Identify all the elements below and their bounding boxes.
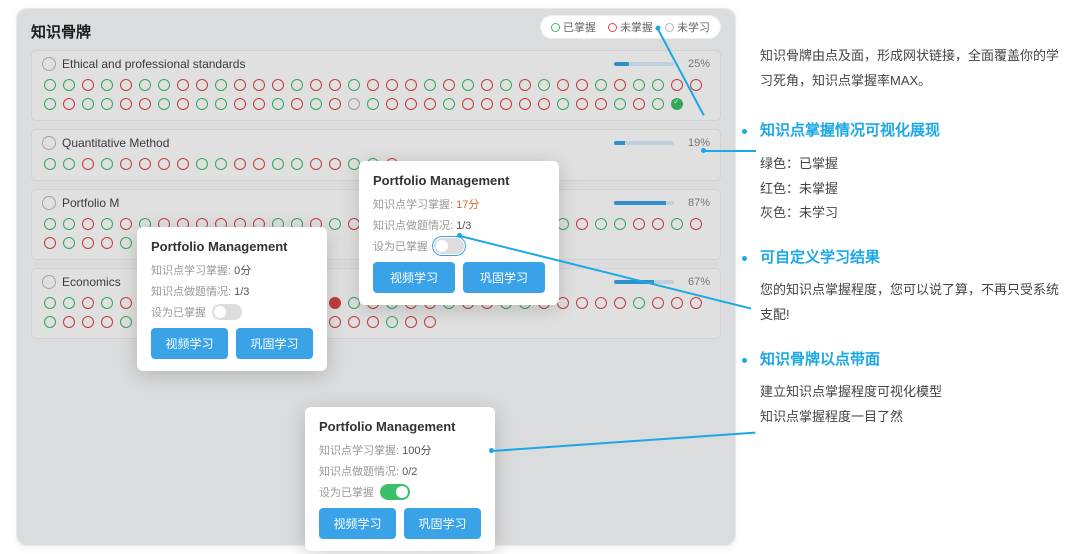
annotation-point-to-face: 知识骨牌以点带面 建立知识点掌握程度可视化模型 知识点掌握程度一目了然 xyxy=(760,346,1064,430)
popup-left: Portfolio Management 知识点学习掌握: 0分 知识点做题情况… xyxy=(137,227,327,371)
side-annotations: 知识骨牌由点及面，形成网状链接，全面覆盖你的学习死角，知识点掌握率MAX。 知识… xyxy=(760,8,1064,546)
practice-study-button[interactable]: 巩固学习 xyxy=(236,328,313,359)
mastered-toggle[interactable] xyxy=(380,484,410,500)
practice-study-button[interactable]: 巩固学习 xyxy=(463,262,545,293)
annotation-line: 绿色：已掌握 xyxy=(760,152,1064,177)
legend-pill: 已掌握 未掌握 未学习 xyxy=(540,15,721,39)
popup-score-row: 知识点学习掌握: 0分 xyxy=(151,262,313,278)
annotation-line: 灰色：未学习 xyxy=(760,201,1064,226)
annotation-line: 知识点掌握程度一目了然 xyxy=(760,405,1064,430)
legend-not-studied: 未学习 xyxy=(665,19,710,35)
video-study-button[interactable]: 视频学习 xyxy=(373,262,455,293)
video-study-button[interactable]: 视频学习 xyxy=(151,328,228,359)
popup-title: Portfolio Management xyxy=(373,173,545,188)
popup-title: Portfolio Management xyxy=(319,419,481,434)
video-study-button[interactable]: 视频学习 xyxy=(319,508,396,539)
practice-study-button[interactable]: 巩固学习 xyxy=(404,508,481,539)
legend-not-mastered: 未掌握 xyxy=(608,19,653,35)
annotation-title: 知识点掌握情况可视化展现 xyxy=(760,117,1064,146)
legend-mastered: 已掌握 xyxy=(551,19,596,35)
annotation-visualization: 知识点掌握情况可视化展现 绿色：已掌握 红色：未掌握 灰色：未学习 xyxy=(760,117,1064,226)
popup-exercise-row: 知识点做题情况: 1/3 xyxy=(151,283,313,299)
annotation-line: 建立知识点掌握程度可视化模型 xyxy=(760,380,1064,405)
intro-text: 知识骨牌由点及面，形成网状链接，全面覆盖你的学习死角，知识点掌握率MAX。 xyxy=(760,44,1064,93)
annotation-title: 可自定义学习结果 xyxy=(760,244,1064,273)
annotation-line: 红色：未掌握 xyxy=(760,177,1064,202)
popup-exercise-row: 知识点做题情况: 0/2 xyxy=(319,463,481,479)
toggle-label: 设为已掌握 xyxy=(373,238,428,254)
annotation-custom-result: 可自定义学习结果 您的知识点掌握程度，您可以说了算，不再只受系统支配! xyxy=(760,244,1064,328)
mastered-toggle[interactable] xyxy=(212,304,242,320)
toggle-label: 设为已掌握 xyxy=(151,304,206,320)
popup-score-row: 知识点学习掌握: 17分 xyxy=(373,196,545,212)
connector-line xyxy=(704,150,756,152)
popup-score-row: 知识点学习掌握: 100分 xyxy=(319,442,481,458)
mastered-toggle[interactable] xyxy=(434,238,464,254)
toggle-label: 设为已掌握 xyxy=(319,484,374,500)
popup-exercise-row: 知识点做题情况: 1/3 xyxy=(373,217,545,233)
popup-title: Portfolio Management xyxy=(151,239,313,254)
annotation-line: 您的知识点掌握程度，您可以说了算，不再只受系统支配! xyxy=(760,278,1064,327)
annotation-title: 知识骨牌以点带面 xyxy=(760,346,1064,375)
popup-bottom: Portfolio Management 知识点学习掌握: 100分 知识点做题… xyxy=(305,407,495,551)
